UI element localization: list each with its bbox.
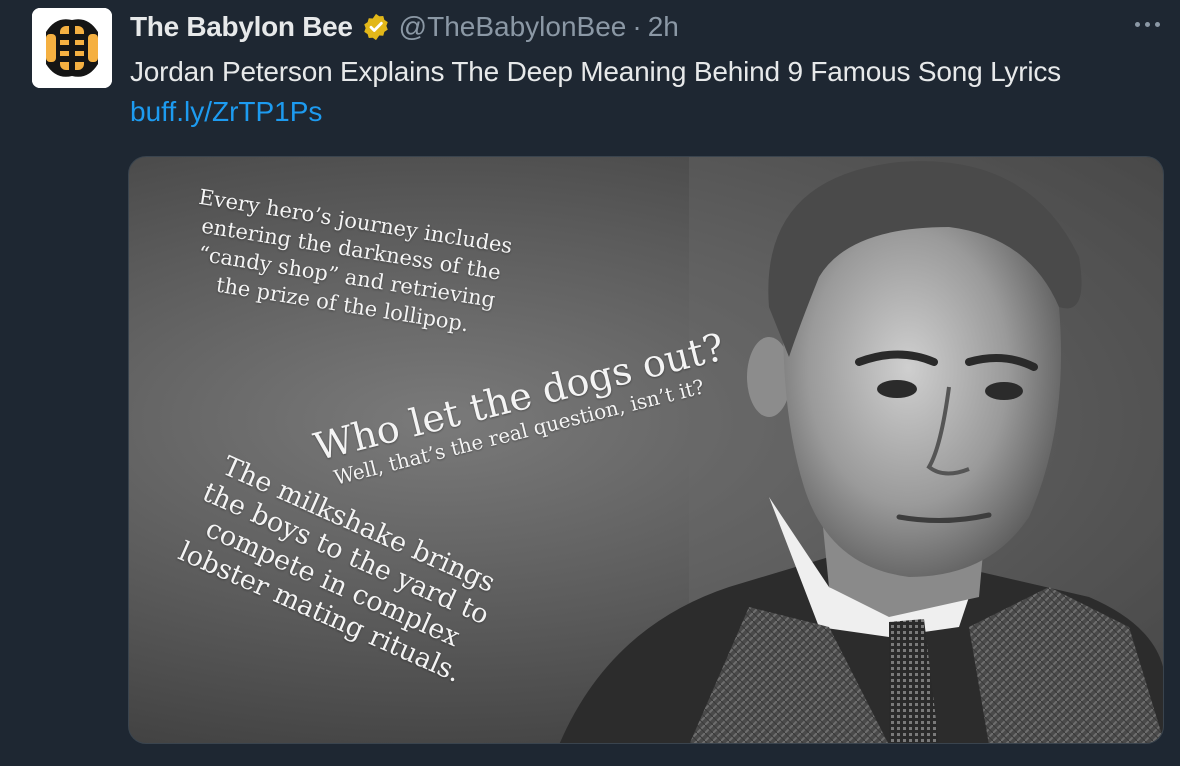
media-image[interactable]: Every hero’s journey includes entering t…	[128, 156, 1164, 744]
user-handle[interactable]: @TheBabylonBee	[399, 11, 627, 43]
display-name[interactable]: The Babylon Bee	[130, 11, 353, 43]
tweet-link[interactable]: buff.ly/ZrTP1Ps	[130, 94, 322, 130]
timestamp[interactable]: 2h	[648, 11, 679, 43]
verified-badge-icon[interactable]	[361, 12, 391, 42]
more-options-icon[interactable]	[1135, 22, 1160, 27]
tweet-header: The Babylon Bee @TheBabylonBee · 2h	[130, 10, 679, 44]
avatar[interactable]	[32, 8, 112, 88]
separator-dot: ·	[632, 11, 642, 42]
tweet-card[interactable]: The Babylon Bee @TheBabylonBee · 2h Jord…	[0, 0, 1180, 766]
tweet-text: Jordan Peterson Explains The Deep Meanin…	[130, 56, 1061, 87]
babylon-bee-logo-icon	[32, 8, 112, 88]
